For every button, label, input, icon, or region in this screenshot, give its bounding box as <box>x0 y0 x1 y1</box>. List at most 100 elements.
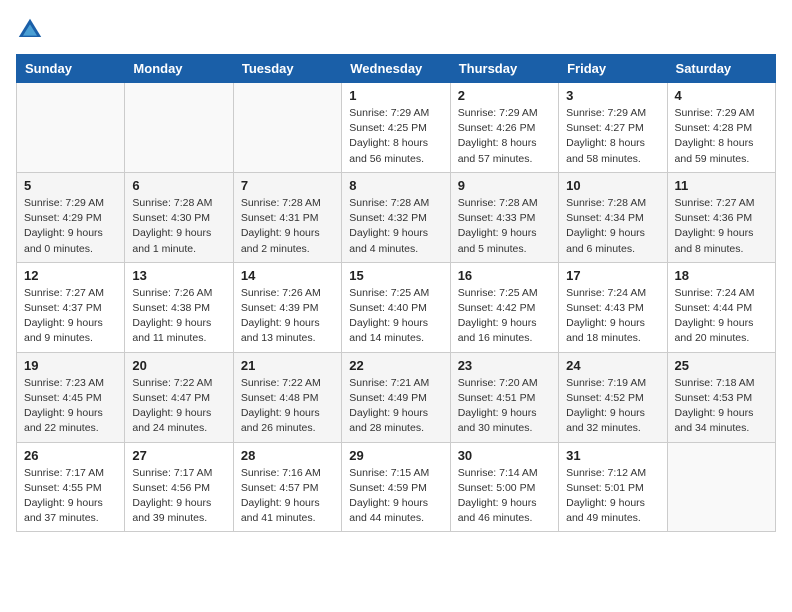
calendar-cell <box>667 442 775 532</box>
calendar-week-row: 5 Sunrise: 7:29 AM Sunset: 4:29 PM Daylig… <box>17 172 776 262</box>
calendar-cell: 11Sunrise: 7:27 AM Sunset: 4:36 PM Dayli… <box>667 172 775 262</box>
day-number: 14 <box>241 268 334 283</box>
day-number: 22 <box>349 358 442 373</box>
day-number: 30 <box>458 448 551 463</box>
day-info: Sunrise: 7:20 AM Sunset: 4:51 PM Dayligh… <box>458 376 551 437</box>
day-number: 6 <box>132 178 225 193</box>
calendar-cell: 28 Sunrise: 7:16 AM Sunset: 4:57 PM Dayli… <box>233 442 341 532</box>
calendar-cell: 22 Sunrise: 7:21 AM Sunset: 4:49 PM Dayli… <box>342 352 450 442</box>
day-number: 12 <box>24 268 117 283</box>
day-info: Sunrise: 7:14 AM Sunset: 5:00 PM Dayligh… <box>458 466 551 527</box>
calendar-cell: 14 Sunrise: 7:26 AM Sunset: 4:39 PM Dayli… <box>233 262 341 352</box>
day-number: 20 <box>132 358 225 373</box>
calendar-cell <box>125 83 233 173</box>
day-number: 31 <box>566 448 659 463</box>
day-number: 18 <box>675 268 768 283</box>
day-info: Sunrise: 7:19 AM Sunset: 4:52 PM Dayligh… <box>566 376 659 437</box>
day-of-week-header: Tuesday <box>233 55 341 83</box>
day-info: Sunrise: 7:17 AM Sunset: 4:56 PM Dayligh… <box>132 466 225 527</box>
day-info: Sunrise: 7:26 AM Sunset: 4:39 PM Dayligh… <box>241 286 334 347</box>
day-info: Sunrise: 7:29 AM Sunset: 4:28 PM Dayligh… <box>675 106 768 167</box>
day-info: Sunrise: 7:22 AM Sunset: 4:48 PM Dayligh… <box>241 376 334 437</box>
day-number: 16 <box>458 268 551 283</box>
day-number: 19 <box>24 358 117 373</box>
day-info: Sunrise: 7:28 AM Sunset: 4:30 PM Dayligh… <box>132 196 225 257</box>
calendar-cell: 6 Sunrise: 7:28 AM Sunset: 4:30 PM Daylig… <box>125 172 233 262</box>
calendar-cell: 18Sunrise: 7:24 AM Sunset: 4:44 PM Dayli… <box>667 262 775 352</box>
day-number: 8 <box>349 178 442 193</box>
calendar-cell: 1Sunrise: 7:29 AM Sunset: 4:25 PM Daylig… <box>342 83 450 173</box>
day-info: Sunrise: 7:16 AM Sunset: 4:57 PM Dayligh… <box>241 466 334 527</box>
calendar-cell <box>233 83 341 173</box>
calendar-cell: 29 Sunrise: 7:15 AM Sunset: 4:59 PM Dayli… <box>342 442 450 532</box>
logo <box>16 16 48 44</box>
day-number: 24 <box>566 358 659 373</box>
day-number: 21 <box>241 358 334 373</box>
day-number: 11 <box>675 178 768 193</box>
day-info: Sunrise: 7:25 AM Sunset: 4:40 PM Dayligh… <box>349 286 442 347</box>
day-info: Sunrise: 7:28 AM Sunset: 4:34 PM Dayligh… <box>566 196 659 257</box>
calendar-cell: 20 Sunrise: 7:22 AM Sunset: 4:47 PM Dayli… <box>125 352 233 442</box>
day-info: Sunrise: 7:29 AM Sunset: 4:29 PM Dayligh… <box>24 196 117 257</box>
day-number: 23 <box>458 358 551 373</box>
calendar-cell: 30 Sunrise: 7:14 AM Sunset: 5:00 PM Dayli… <box>450 442 558 532</box>
day-of-week-header: Wednesday <box>342 55 450 83</box>
calendar-cell: 4 Sunrise: 7:29 AM Sunset: 4:28 PM Daylig… <box>667 83 775 173</box>
day-info: Sunrise: 7:17 AM Sunset: 4:55 PM Dayligh… <box>24 466 117 527</box>
day-info: Sunrise: 7:28 AM Sunset: 4:33 PM Dayligh… <box>458 196 551 257</box>
day-number: 4 <box>675 88 768 103</box>
day-number: 26 <box>24 448 117 463</box>
calendar-cell: 13 Sunrise: 7:26 AM Sunset: 4:38 PM Dayli… <box>125 262 233 352</box>
calendar-table: SundayMondayTuesdayWednesdayThursdayFrid… <box>16 54 776 532</box>
calendar-cell: 3 Sunrise: 7:29 AM Sunset: 4:27 PM Daylig… <box>559 83 667 173</box>
day-info: Sunrise: 7:29 AM Sunset: 4:26 PM Dayligh… <box>458 106 551 167</box>
day-number: 3 <box>566 88 659 103</box>
day-info: Sunrise: 7:27 AM Sunset: 4:37 PM Dayligh… <box>24 286 117 347</box>
day-number: 5 <box>24 178 117 193</box>
day-number: 9 <box>458 178 551 193</box>
calendar-cell: 9 Sunrise: 7:28 AM Sunset: 4:33 PM Daylig… <box>450 172 558 262</box>
day-of-week-header: Sunday <box>17 55 125 83</box>
calendar-cell: 31 Sunrise: 7:12 AM Sunset: 5:01 PM Dayli… <box>559 442 667 532</box>
day-info: Sunrise: 7:26 AM Sunset: 4:38 PM Dayligh… <box>132 286 225 347</box>
day-of-week-header: Thursday <box>450 55 558 83</box>
day-of-week-header: Saturday <box>667 55 775 83</box>
day-number: 27 <box>132 448 225 463</box>
calendar-week-row: 26 Sunrise: 7:17 AM Sunset: 4:55 PM Dayli… <box>17 442 776 532</box>
calendar-cell: 2Sunrise: 7:29 AM Sunset: 4:26 PM Daylig… <box>450 83 558 173</box>
calendar-cell: 7Sunrise: 7:28 AM Sunset: 4:31 PM Daylig… <box>233 172 341 262</box>
day-number: 7 <box>241 178 334 193</box>
calendar-cell: 19 Sunrise: 7:23 AM Sunset: 4:45 PM Dayli… <box>17 352 125 442</box>
day-info: Sunrise: 7:29 AM Sunset: 4:27 PM Dayligh… <box>566 106 659 167</box>
day-info: Sunrise: 7:28 AM Sunset: 4:32 PM Dayligh… <box>349 196 442 257</box>
day-info: Sunrise: 7:29 AM Sunset: 4:25 PM Dayligh… <box>349 106 442 167</box>
day-info: Sunrise: 7:22 AM Sunset: 4:47 PM Dayligh… <box>132 376 225 437</box>
day-info: Sunrise: 7:21 AM Sunset: 4:49 PM Dayligh… <box>349 376 442 437</box>
day-number: 29 <box>349 448 442 463</box>
page-header <box>16 16 776 44</box>
day-info: Sunrise: 7:12 AM Sunset: 5:01 PM Dayligh… <box>566 466 659 527</box>
day-info: Sunrise: 7:18 AM Sunset: 4:53 PM Dayligh… <box>675 376 768 437</box>
day-number: 13 <box>132 268 225 283</box>
calendar-cell: 8 Sunrise: 7:28 AM Sunset: 4:32 PM Daylig… <box>342 172 450 262</box>
calendar-cell <box>17 83 125 173</box>
day-info: Sunrise: 7:25 AM Sunset: 4:42 PM Dayligh… <box>458 286 551 347</box>
day-info: Sunrise: 7:24 AM Sunset: 4:43 PM Dayligh… <box>566 286 659 347</box>
day-of-week-header: Monday <box>125 55 233 83</box>
calendar-week-row: 12 Sunrise: 7:27 AM Sunset: 4:37 PM Dayli… <box>17 262 776 352</box>
calendar-cell: 24 Sunrise: 7:19 AM Sunset: 4:52 PM Dayli… <box>559 352 667 442</box>
calendar-week-row: 19 Sunrise: 7:23 AM Sunset: 4:45 PM Dayli… <box>17 352 776 442</box>
day-number: 28 <box>241 448 334 463</box>
calendar-cell: 5 Sunrise: 7:29 AM Sunset: 4:29 PM Daylig… <box>17 172 125 262</box>
calendar-cell: 16 Sunrise: 7:25 AM Sunset: 4:42 PM Dayli… <box>450 262 558 352</box>
calendar-cell: 21 Sunrise: 7:22 AM Sunset: 4:48 PM Dayli… <box>233 352 341 442</box>
calendar-cell: 27 Sunrise: 7:17 AM Sunset: 4:56 PM Dayli… <box>125 442 233 532</box>
day-number: 17 <box>566 268 659 283</box>
day-info: Sunrise: 7:23 AM Sunset: 4:45 PM Dayligh… <box>24 376 117 437</box>
calendar-cell: 23 Sunrise: 7:20 AM Sunset: 4:51 PM Dayli… <box>450 352 558 442</box>
calendar-cell: 12 Sunrise: 7:27 AM Sunset: 4:37 PM Dayli… <box>17 262 125 352</box>
day-number: 15 <box>349 268 442 283</box>
day-info: Sunrise: 7:15 AM Sunset: 4:59 PM Dayligh… <box>349 466 442 527</box>
calendar-cell: 10Sunrise: 7:28 AM Sunset: 4:34 PM Dayli… <box>559 172 667 262</box>
calendar-header-row: SundayMondayTuesdayWednesdayThursdayFrid… <box>17 55 776 83</box>
